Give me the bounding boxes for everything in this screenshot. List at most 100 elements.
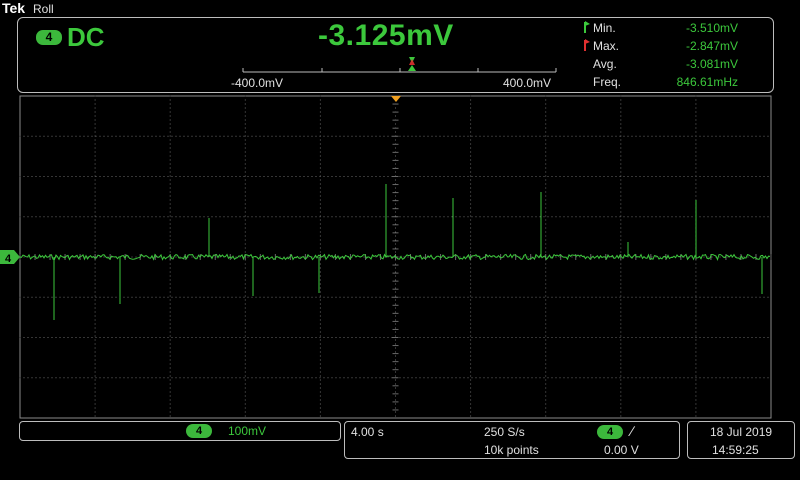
grid-dot	[169, 219, 171, 221]
grid-dot	[111, 377, 113, 379]
grid-dot	[244, 351, 246, 353]
grid-dot	[691, 176, 693, 177]
grid-dot	[470, 387, 472, 389]
grid-dot	[94, 291, 96, 293]
grid-dot	[545, 275, 547, 277]
grid-dot	[169, 391, 171, 393]
grid-dot	[620, 343, 622, 345]
grid-dot	[719, 377, 721, 379]
grid-dot	[611, 296, 613, 298]
grid-dot	[391, 337, 393, 338]
grid-dot	[620, 283, 622, 285]
grid-dot	[339, 216, 341, 218]
grid-dot	[19, 216, 21, 218]
grid-dot	[735, 135, 737, 137]
grid-dot	[515, 135, 517, 137]
grid-dot	[763, 296, 765, 298]
grid-dot	[620, 155, 622, 157]
grid-dot	[545, 247, 547, 249]
grid-dot	[169, 227, 171, 229]
grid-dot	[355, 377, 357, 379]
grid-dot	[83, 377, 85, 379]
grid-dot	[667, 296, 669, 298]
grid-dot	[545, 351, 547, 353]
grid-dot	[443, 296, 445, 298]
grid-dot	[244, 135, 246, 137]
grid-dot	[467, 296, 469, 298]
grid-dot	[279, 256, 281, 258]
grid-dot	[99, 296, 101, 298]
grid-dot	[319, 283, 321, 285]
grid-dot	[319, 99, 321, 101]
grid-dot	[620, 411, 622, 413]
grid-dot	[695, 403, 697, 405]
grid-dot	[527, 176, 529, 177]
grid-dot	[19, 377, 21, 379]
grid-dot	[59, 135, 61, 137]
grid-dot	[143, 337, 145, 338]
grid-dot	[611, 176, 613, 177]
grid-dot	[295, 377, 297, 379]
grid-dot	[371, 216, 373, 218]
grid-dot	[395, 195, 396, 197]
grid-dot	[171, 176, 173, 177]
grid-dot	[545, 339, 547, 341]
grid-dot	[375, 216, 377, 218]
grid-dot	[620, 331, 622, 333]
grid-dot	[451, 296, 453, 298]
grid-dot	[595, 377, 597, 379]
grid-dot	[307, 337, 309, 338]
grid-dot	[515, 216, 517, 218]
grid-dot	[319, 303, 321, 305]
grid-dot	[439, 337, 441, 338]
grid-dot	[620, 183, 622, 185]
grid-dot	[347, 216, 349, 218]
grid-dot	[291, 176, 293, 177]
grid-dot	[244, 123, 246, 125]
grid-dot	[94, 383, 96, 385]
grid-dot	[387, 256, 389, 258]
grid-dot	[275, 216, 277, 218]
grid-dot	[599, 135, 601, 137]
grid-dot	[695, 159, 697, 161]
grid-dot	[545, 203, 547, 205]
channel-scale-box[interactable]: 4 100mV	[19, 421, 341, 441]
grid-dot	[545, 183, 547, 185]
grid-dot	[244, 291, 246, 293]
grid-dot	[267, 176, 269, 177]
timebase-trigger-box[interactable]: 4.00 s 250 S/s 10k points 4 ∕ 0.00 V	[344, 421, 680, 459]
grid-dot	[695, 179, 697, 181]
grid-dot	[94, 415, 96, 417]
grid-dot	[211, 296, 213, 298]
grid-dot	[94, 339, 96, 341]
grid-dot	[323, 296, 325, 298]
grid-dot	[195, 377, 197, 379]
grid-dot	[94, 219, 96, 221]
grid-dot	[695, 143, 697, 145]
meter-panel[interactable]: 4 DC -3.125mV -400.0mV 400.0mV Min. -3.5…	[17, 17, 774, 93]
grid-dot	[115, 337, 117, 338]
grid-dot	[127, 337, 129, 338]
grid-dot	[203, 135, 205, 137]
grid-dot	[639, 176, 641, 177]
grid-dot	[159, 176, 161, 177]
grid-dot	[83, 176, 85, 177]
grid-dot	[169, 239, 171, 241]
grid-dot	[244, 379, 246, 381]
waveform-graticule[interactable]: 4	[0, 94, 800, 420]
grid-dot	[695, 295, 697, 297]
grid-dot	[470, 323, 472, 325]
grid-dot	[543, 135, 545, 137]
grid-dot	[707, 176, 709, 177]
grid-dot	[475, 337, 477, 338]
grid-dot	[319, 203, 321, 205]
grid-dot	[367, 337, 369, 338]
grid-dot	[551, 176, 553, 177]
grid-dot	[311, 296, 313, 298]
grid-dot	[503, 216, 505, 218]
grid-dot	[631, 176, 633, 177]
grid-dot	[47, 377, 49, 379]
grid-dot	[695, 395, 697, 397]
grid-dot	[545, 331, 547, 333]
grid-dot	[620, 363, 622, 365]
